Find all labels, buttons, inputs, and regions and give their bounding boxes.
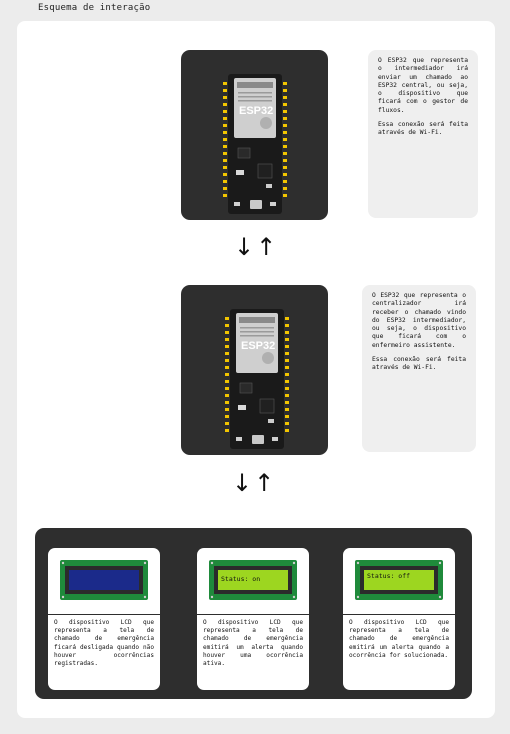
note-centralizador-connection: Essa conexão será feita através de Wi-Fi… [372,356,466,372]
bidirectional-arrows-1: ↓↑ [234,233,279,261]
lcd-display-on: Status: on [209,560,297,600]
page-title: Esquema de interação [38,3,151,13]
esp32-board-image: ESP32 [223,74,287,214]
lcd-status-off: Status: off [367,572,410,580]
lcd-display-resolved: Status: off [355,560,443,600]
note-intermediador-text: O ESP32 que representa o intermediador i… [378,57,468,114]
lcd-description-on: O dispositivo LCD que representa a tela … [203,619,303,668]
lcd-card-off: O dispositivo LCD que representa a tela … [48,548,160,690]
esp32-chip-label: ESP32 [239,105,273,117]
lcd-states-panel: O dispositivo LCD que representa a tela … [35,528,472,699]
note-centralizador-text: O ESP32 que representa o centralizador i… [372,292,466,349]
lcd-description-off: O dispositivo LCD que representa a tela … [54,619,154,668]
note-intermediador-connection: Essa conexão será feita através de Wi-Fi… [378,121,468,137]
lcd-divider-resolved [343,614,455,615]
lcd-screen-off [69,570,139,590]
lcd-card-resolved: Status: off O dispositivo LCD que repres… [343,548,455,690]
lcd-divider-off [48,614,160,615]
esp32-board: ESP32 [223,74,287,214]
esp32-intermediador-tile: ESP32 [181,50,328,220]
lcd-divider-on [197,614,309,615]
esp32-chip-label-2: ESP32 [241,340,275,352]
lcd-description-resolved: O dispositivo LCD que representa a tela … [349,619,449,659]
lcd-card-on: Status: on O dispositivo LCD que represe… [197,548,309,690]
note-centralizador: O ESP32 que representa o centralizador i… [362,285,476,452]
lcd-display-off [60,560,148,600]
esp32-board-2: ESP32 [225,309,289,449]
esp32-centralizador-tile: ESP32 [181,285,328,455]
lcd-status-on: Status: on [221,575,260,583]
esp32-board-image-2: ESP32 [225,309,289,449]
note-intermediador: O ESP32 que representa o intermediador i… [368,50,478,218]
bidirectional-arrows-2: ↓↑ [232,469,277,497]
